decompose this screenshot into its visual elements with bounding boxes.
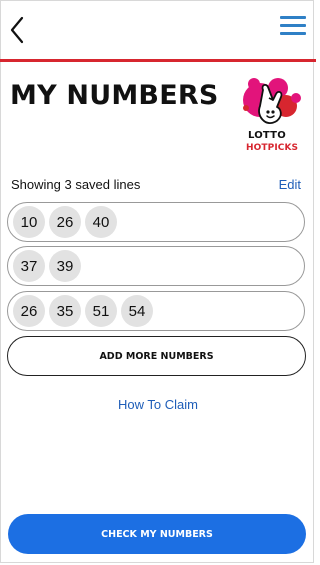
saved-line-3[interactable]: 26 35 51 54 [7,291,305,331]
chevron-left-icon [10,16,24,44]
number-ball: 40 [85,206,117,238]
number-ball: 10 [13,206,45,238]
number-ball: 54 [121,295,153,327]
logo-wordmark-lotto: LOTTO [248,130,286,141]
number-ball: 37 [13,250,45,282]
saved-line-1[interactable]: 10 26 40 [7,202,305,242]
lotto-hotpicks-logo: LOTTO HOTPICKS [240,76,306,158]
add-more-numbers-button[interactable]: ADD MORE NUMBERS [7,336,306,376]
check-my-numbers-button[interactable]: CHECK MY NUMBERS [8,514,306,554]
header-divider [0,59,316,62]
number-ball: 35 [49,295,81,327]
number-ball: 39 [49,250,81,282]
number-ball: 26 [13,295,45,327]
number-ball: 51 [85,295,117,327]
edit-link[interactable]: Edit [279,177,301,192]
saved-line-2[interactable]: 37 39 [7,246,305,286]
back-button[interactable] [8,14,32,46]
how-to-claim-link[interactable]: How To Claim [0,397,316,412]
logo-wordmark-hotpicks: HOTPICKS [246,143,299,153]
number-ball: 26 [49,206,81,238]
top-bar [0,0,316,60]
saved-lines-count: Showing 3 saved lines [11,177,141,192]
crossed-fingers-logo-icon [243,78,301,124]
menu-button[interactable] [280,16,306,38]
page-title: MY NUMBERS [10,80,219,111]
saved-lines-header: Showing 3 saved lines Edit [10,177,302,195]
hamburger-menu-icon [280,16,306,19]
